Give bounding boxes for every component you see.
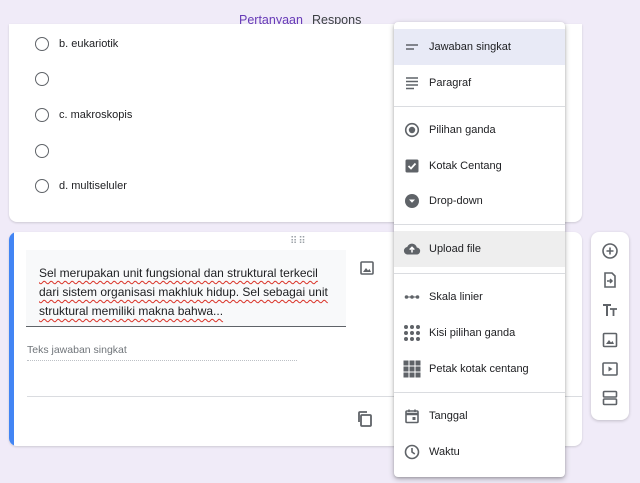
menu-item-file-upload[interactable]: Upload file [394,231,565,267]
menu-item-paragraph[interactable]: Paragraf [394,65,565,101]
menu-item-multiple-choice[interactable]: Pilihan ganda [394,112,565,148]
add-image-icon[interactable] [359,260,375,276]
menu-item-label: Kotak Centang [429,160,502,172]
radio-icon [35,179,49,193]
add-video-icon[interactable] [600,359,620,379]
menu-divider [394,224,565,225]
menu-item-label: Paragraf [429,77,472,89]
question-line: dari sistem organisasi makhluk hidup. Se… [39,285,328,299]
menu-item-label: Tanggal [429,410,468,422]
menu-item-label: Waktu [429,446,460,458]
menu-item-checkboxes[interactable]: Kotak Centang [394,148,565,184]
question-text[interactable]: Sel merupakan unit fungsional dan strukt… [39,264,339,321]
checkbox-icon [403,157,421,175]
focus-indicator [9,232,14,446]
menu-item-linear-scale[interactable]: Skala linier [394,279,565,315]
dropdown-icon [403,192,421,210]
radio-icon [35,108,49,122]
question-line: Sel merupakan unit fungsional dan strukt… [39,266,318,280]
linear-scale-icon [403,288,421,306]
menu-item-label: Upload file [429,243,481,255]
calendar-icon [403,407,421,425]
short-text-icon [403,38,421,56]
option-d[interactable]: d. multiseluler [35,178,127,194]
radio-button-icon [403,121,421,139]
question-input[interactable]: Sel merupakan unit fungsional dan strukt… [26,250,346,327]
menu-item-time[interactable]: Waktu [394,434,565,470]
grid-squares-icon [403,360,421,378]
add-section-icon[interactable] [600,388,620,408]
menu-item-label: Drop-down [429,195,483,207]
add-question-icon[interactable] [600,241,620,261]
menu-item-label: Kisi pilihan ganda [429,327,516,339]
add-image-icon[interactable] [600,330,620,350]
menu-item-label: Petak kotak centang [429,363,529,375]
menu-item-label: Skala linier [429,291,483,303]
add-title-icon[interactable] [600,300,620,320]
clock-icon [403,443,421,461]
grid-dots-icon [403,324,421,342]
menu-item-dropdown[interactable]: Drop-down [394,183,565,219]
drag-handle-icon[interactable]: ⠿⠿ [290,236,307,247]
option-b[interactable]: b. eukariotik [35,36,118,52]
option-label: b. eukariotik [59,38,119,50]
question-line: struktural memiliki makna bahwa... [39,304,224,318]
menu-item-short-answer[interactable]: Jawaban singkat [394,29,565,65]
menu-divider [394,106,565,107]
radio-icon [35,72,49,86]
menu-item-multiple-choice-grid[interactable]: Kisi pilihan ganda [394,315,565,351]
cloud-upload-icon [403,240,421,258]
answer-underline [27,360,297,361]
paragraph-icon [403,74,421,92]
menu-item-label: Jawaban singkat [429,41,511,53]
menu-divider [394,273,565,274]
menu-item-date[interactable]: Tanggal [394,398,565,434]
floating-toolbar [591,232,629,420]
option-c[interactable]: c. makroskopis [35,107,132,123]
option-label: c. makroskopis [59,109,133,121]
menu-divider [394,392,565,393]
menu-item-checkbox-grid[interactable]: Petak kotak centang [394,351,565,387]
option-empty-1[interactable] [35,71,59,87]
short-answer-placeholder: Teks jawaban singkat [27,344,127,356]
question-type-menu: Jawaban singkat Paragraf Pilihan ganda K… [394,22,565,477]
option-label: d. multiseluler [59,180,127,192]
option-empty-2[interactable] [35,143,59,159]
radio-icon [35,37,49,51]
radio-icon [35,144,49,158]
duplicate-icon[interactable] [356,410,374,428]
import-questions-icon[interactable] [600,270,620,290]
menu-item-label: Pilihan ganda [429,124,496,136]
